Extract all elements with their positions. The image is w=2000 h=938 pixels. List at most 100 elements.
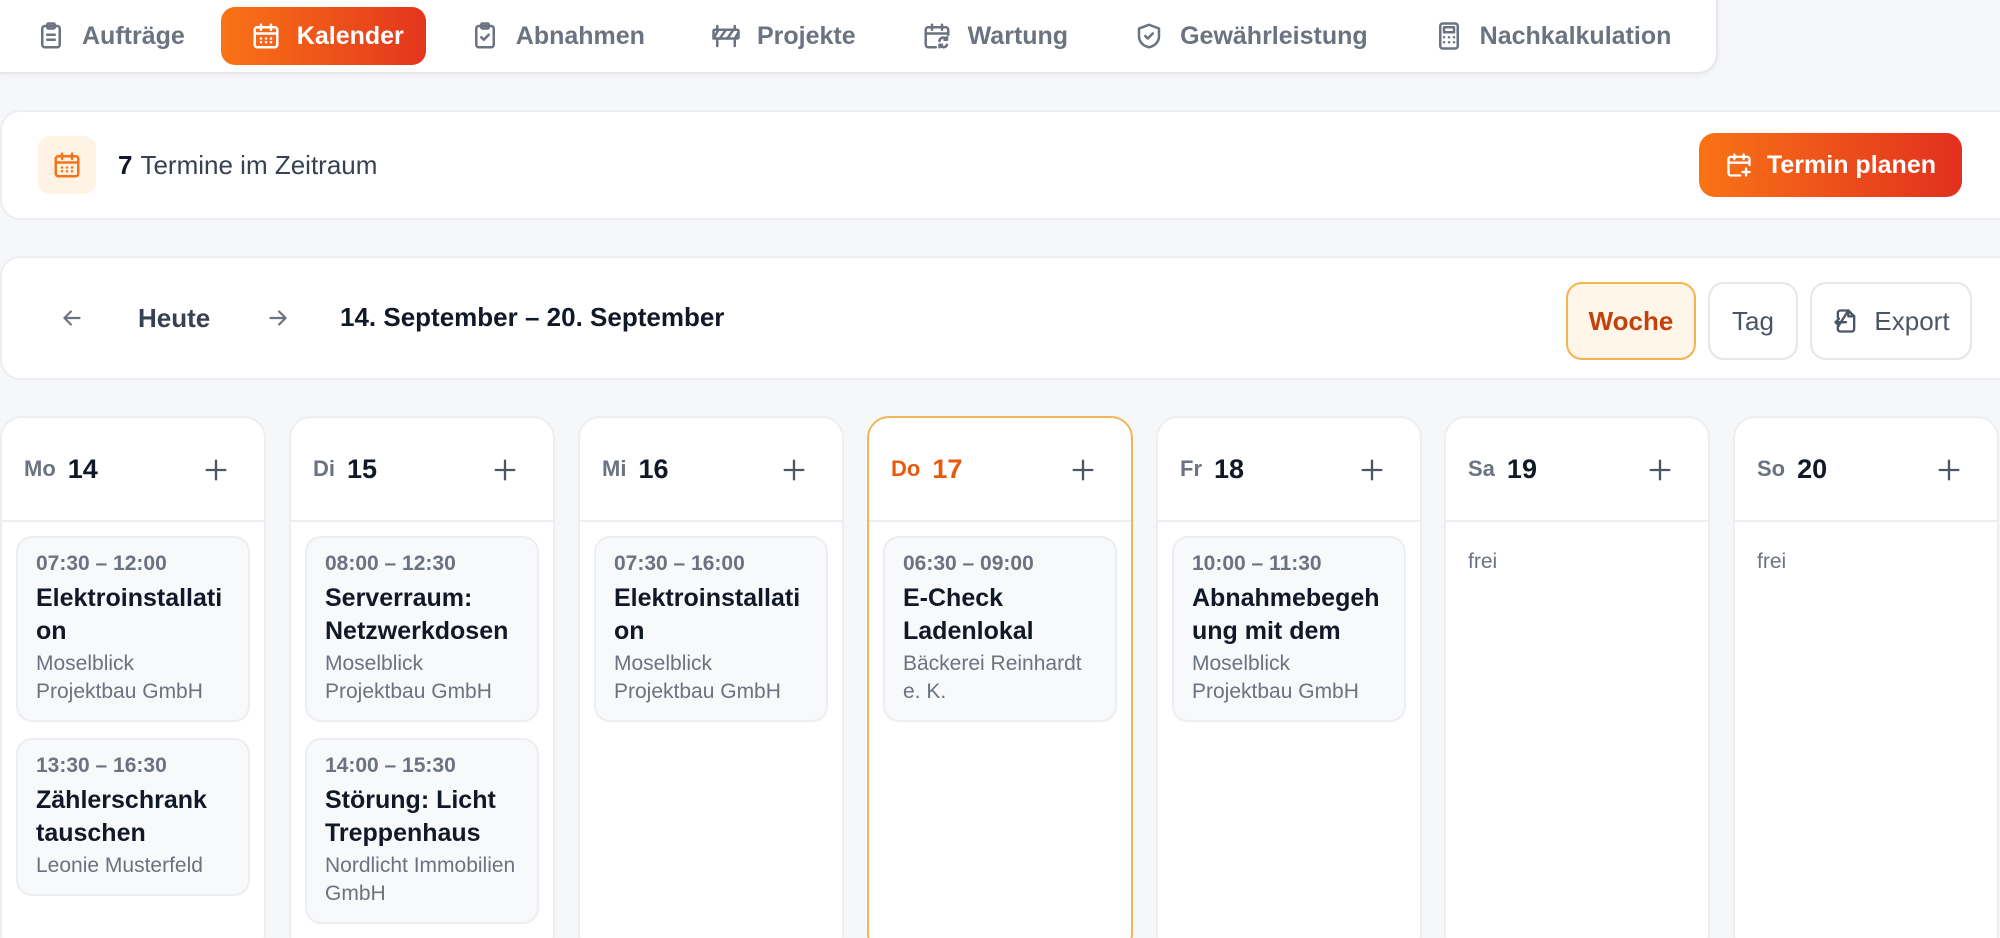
calendar-plus-icon <box>1725 151 1753 179</box>
add-appointment-button[interactable] <box>1935 456 1963 484</box>
day-column-so: So 20 frei <box>1733 416 1999 938</box>
arrow-left-icon <box>59 305 85 331</box>
next-period-button[interactable] <box>258 298 298 338</box>
day-header: So 20 <box>1735 418 1997 522</box>
event-client: Bäckerei Reinhardt e. K. <box>903 652 1082 703</box>
day-column-di: Di 15 08:00 – 12:30 Serverraum: Netzwerkdos… <box>289 416 555 938</box>
tab-label: Wartung <box>967 21 1069 50</box>
event-time: 07:30 – 12:00 <box>36 552 167 575</box>
event-card[interactable]: 07:30 – 16:00 Elektroinstallation Oberges… <box>594 536 828 722</box>
day-number: 14 <box>67 453 98 484</box>
event-time: 06:30 – 09:00 <box>903 552 1034 575</box>
day-number: 17 <box>932 453 963 484</box>
day-number: 18 <box>1214 453 1245 484</box>
tab-projekte[interactable]: Projekte <box>681 7 878 65</box>
tab-kalender[interactable]: Kalender <box>220 7 426 65</box>
calendar-icon <box>38 136 96 194</box>
day-number: 19 <box>1506 453 1537 484</box>
event-list: 07:30 – 12:00 Elektroinstallation Oberges… <box>2 522 264 896</box>
add-appointment-button[interactable] <box>1358 456 1386 484</box>
event-card[interactable]: 10:00 – 11:30 Abnahmebegehung mit dem Bau… <box>1172 536 1406 722</box>
event-list: 06:30 – 09:00 E-Check Ladenlokal Bäckerei … <box>869 522 1131 722</box>
add-appointment-button[interactable] <box>202 456 230 484</box>
event-title: Elektroinstallation Obergeschoss <box>36 584 223 645</box>
event-list: 08:00 – 12:30 Serverraum: Netzwerkdosen Mo… <box>291 522 553 924</box>
calculator-icon <box>1434 21 1464 51</box>
weekday-name: So <box>1757 456 1786 481</box>
day-column-do: Do 17 06:30 – 09:00 E-Check Ladenlokal Bäcke… <box>867 416 1133 938</box>
tab-nachkalkulation[interactable]: Nachkalkulation <box>1404 7 1694 65</box>
calendar-toolbar: Heute 14. September – 20. September Woch… <box>0 256 2000 380</box>
day-number: 15 <box>347 453 378 484</box>
event-card[interactable]: 08:00 – 12:30 Serverraum: Netzwerkdosen Mo… <box>305 536 539 722</box>
add-appointment-button[interactable] <box>780 456 808 484</box>
event-card[interactable]: 13:30 – 16:30 Zählerschrank tauschen Leoni… <box>16 738 250 896</box>
event-client: Leonie Musterfeld <box>36 854 203 877</box>
arrow-right-icon <box>265 305 291 331</box>
day-header: Di 15 <box>291 418 553 522</box>
event-list: 10:00 – 11:30 Abnahmebegehung mit dem Bau… <box>1158 522 1420 722</box>
view-day-button[interactable]: Tag <box>1708 282 1798 360</box>
tab-label: Kalender <box>296 21 404 50</box>
plus-icon <box>1361 459 1383 481</box>
view-week-button[interactable]: Woche <box>1566 282 1696 360</box>
construction-barrier-icon <box>711 21 741 51</box>
event-title: Serverraum: Netzwerkdosen <box>325 584 509 645</box>
event-title: Elektroinstallation Obergeschoss <box>614 584 801 645</box>
tab-label: Abnahmen <box>515 21 645 50</box>
free-label: frei <box>1757 550 1787 573</box>
day-column-sa: Sa 19 frei <box>1444 416 1710 938</box>
shield-check-icon <box>1134 21 1164 51</box>
event-title: Störung: Licht Treppenhaus <box>325 786 496 847</box>
plus-icon <box>1649 459 1671 481</box>
day-column-mi: Mi 16 07:30 – 16:00 Elektroinstallation Obe… <box>578 416 844 938</box>
day-column-mo: Mo 14 07:30 – 12:00 Elektroinstallation Obe… <box>0 416 266 938</box>
tab-gewaehrleistung[interactable]: Gewährleistung <box>1104 7 1390 65</box>
day-header: Fr 18 <box>1158 418 1420 522</box>
summary-card: 7 Termine im Zeitraum Termin planen <box>0 110 2000 220</box>
day-header: Mo 14 <box>2 418 264 522</box>
tab-wartung[interactable]: Wartung <box>892 7 1090 65</box>
event-list: 07:30 – 16:00 Elektroinstallation Oberges… <box>580 522 842 722</box>
weekday-name: Do <box>891 456 921 481</box>
date-range: 14. September – 20. September <box>340 302 725 332</box>
event-client: Moselblick Projektbau GmbH <box>36 652 203 703</box>
plus-icon <box>1938 459 1960 481</box>
top-navigation: Aufträge Kalender Abnahmen Projekte Wart… <box>0 0 1718 74</box>
calendar-icon <box>251 21 281 51</box>
event-client: Moselblick Projektbau GmbH <box>614 652 781 703</box>
weekday-name: Mi <box>602 456 627 481</box>
event-time: 08:00 – 12:30 <box>325 552 456 575</box>
plus-icon <box>1072 459 1094 481</box>
tab-label: Projekte <box>756 21 856 50</box>
free-label: frei <box>1468 550 1498 573</box>
add-appointment-button[interactable] <box>491 456 519 484</box>
previous-period-button[interactable] <box>52 298 92 338</box>
event-card[interactable]: 06:30 – 09:00 E-Check Ladenlokal Bäckerei … <box>883 536 1117 722</box>
plus-icon <box>205 459 227 481</box>
clipboard-check-icon <box>470 21 500 51</box>
event-card[interactable]: 07:30 – 12:00 Elektroinstallation Oberges… <box>16 536 250 722</box>
tab-label: Gewährleistung <box>1180 21 1368 50</box>
event-time: 07:30 – 16:00 <box>614 552 745 575</box>
day-header: Do 17 <box>869 418 1131 522</box>
event-time: 14:00 – 15:30 <box>325 754 456 777</box>
tab-auftraege[interactable]: Aufträge <box>6 7 207 65</box>
tab-label: Nachkalkulation <box>1479 21 1672 50</box>
calendar-refresh-icon <box>922 21 952 51</box>
plan-appointment-button[interactable]: Termin planen <box>1698 133 1962 197</box>
event-client: Moselblick Projektbau GmbH <box>1192 652 1359 703</box>
today-button[interactable]: Heute <box>122 290 226 346</box>
day-number: 16 <box>638 453 669 484</box>
tab-abnahmen[interactable]: Abnahmen <box>440 7 667 65</box>
event-title: Abnahmebegehung mit dem Bauherrn <box>1192 584 1380 645</box>
export-button[interactable]: Export <box>1810 282 1972 360</box>
weekday-name: Di <box>313 456 335 481</box>
day-column-fr: Fr 18 10:00 – 11:30 Abnahmebegehung mit dem… <box>1156 416 1422 938</box>
day-number: 20 <box>1797 453 1828 484</box>
event-client: Nordlicht Immobilien GmbH <box>325 854 516 905</box>
add-appointment-button[interactable] <box>1069 456 1097 484</box>
appointment-count: 7 <box>118 149 133 180</box>
add-appointment-button[interactable] <box>1646 456 1674 484</box>
event-card[interactable]: 14:00 – 15:30 Störung: Licht Treppenhaus N… <box>305 738 539 924</box>
